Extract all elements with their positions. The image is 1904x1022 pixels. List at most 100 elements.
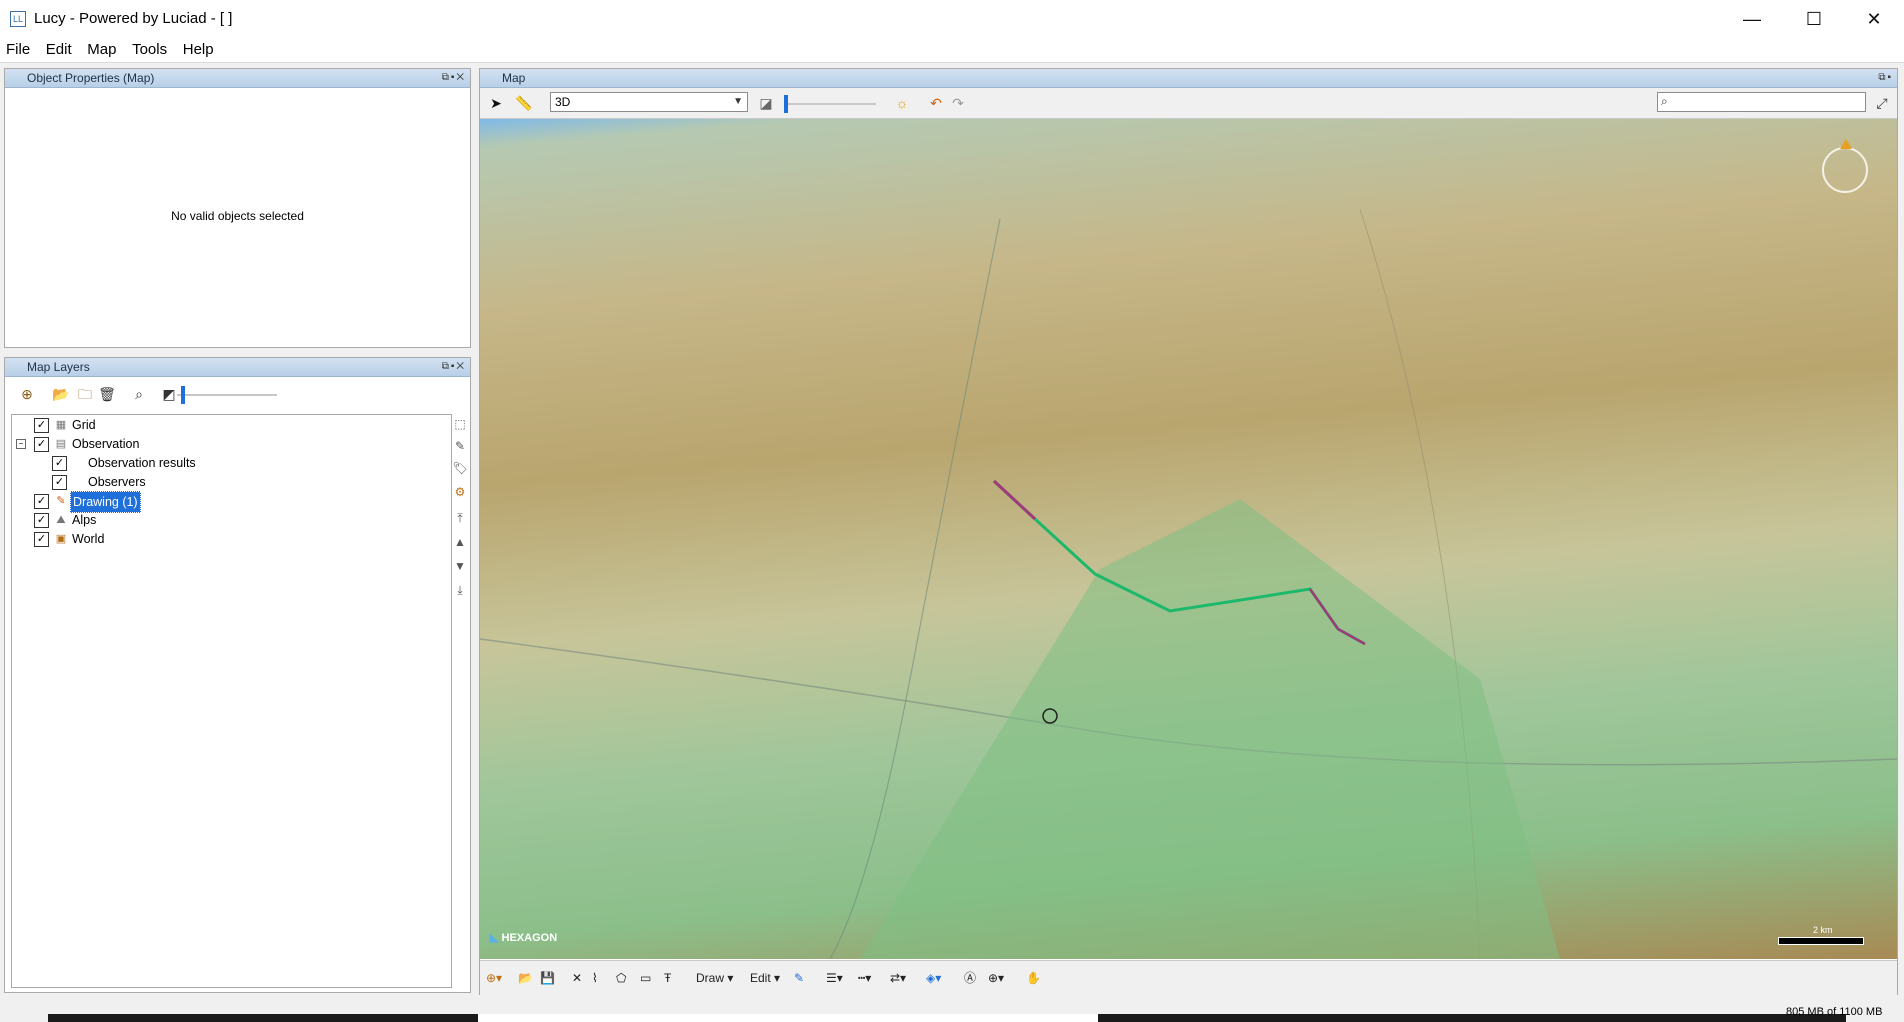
- layer-row-observation-results[interactable]: ✓ Observation results: [12, 453, 442, 473]
- layer-label: Observers: [88, 475, 146, 489]
- delete-layer-icon[interactable]: 🗑: [97, 384, 117, 404]
- menu-tools[interactable]: Tools: [126, 38, 173, 62]
- new-drawing-icon[interactable]: ⊕▾: [486, 961, 502, 995]
- fullscreen-icon[interactable]: ⤢: [1872, 93, 1892, 113]
- lighting-slider[interactable]: [784, 103, 876, 105]
- move-to-top-icon[interactable]: ⤒: [452, 510, 468, 526]
- layer-row-grid[interactable]: ✓ ▦ Grid: [12, 415, 442, 435]
- layer-opacity-slider-thumb[interactable]: [181, 386, 185, 404]
- lighting-icon: ◪: [759, 95, 773, 111]
- layer-opacity-slider[interactable]: [177, 394, 277, 396]
- lighting-slider-thumb[interactable]: [784, 95, 788, 113]
- collapse-icon[interactable]: −: [16, 439, 26, 449]
- add-layer-icon[interactable]: ⊕: [17, 384, 37, 404]
- label-style-icon[interactable]: Ⓐ: [964, 961, 976, 995]
- fill-color-icon[interactable]: ◈▾: [926, 961, 941, 995]
- menu-edit[interactable]: Edit: [40, 38, 78, 62]
- hexagon-logo-icon: ◣: [490, 932, 499, 944]
- polyline-icon[interactable]: ⌇: [592, 961, 598, 995]
- arrow-style-icon[interactable]: ⇄▾: [890, 961, 906, 995]
- scale-label: 2 km: [1813, 925, 1833, 935]
- rectangle-icon[interactable]: ▭: [640, 961, 651, 995]
- menu-map[interactable]: Map: [81, 38, 122, 62]
- pan-hand-icon[interactable]: ✋: [1026, 961, 1041, 995]
- object-properties-title: Object Properties (Map): [27, 71, 155, 85]
- move-up-icon[interactable]: ▲: [452, 534, 468, 550]
- zoom-to-layer-icon[interactable]: ⌕: [129, 384, 149, 404]
- line-width-icon[interactable]: ☰▾: [826, 961, 843, 995]
- panel-window-controls[interactable]: ⧉▪✕: [442, 69, 466, 87]
- window-title: Lucy - Powered by Luciad - [ ]: [34, 10, 233, 27]
- map-layers-title: Map Layers: [27, 360, 90, 374]
- minimize-button[interactable]: —: [1722, 0, 1782, 38]
- draw-menu-button[interactable]: Draw ▾: [696, 961, 733, 995]
- close-button[interactable]: ✕: [1844, 0, 1904, 38]
- app-logo-icon: LL: [10, 11, 26, 27]
- redo-icon[interactable]: ↷: [948, 93, 968, 113]
- drawing-icon: ✎: [56, 495, 66, 507]
- terrain-overlay: [480, 139, 1897, 959]
- layer-row-alps[interactable]: ✓ ⛰ Alps: [12, 510, 442, 530]
- layer-checkbox[interactable]: ✓: [34, 513, 49, 528]
- hexagon-logo-text: HEXAGON: [501, 932, 558, 944]
- select-layer-icon[interactable]: ⬚: [452, 416, 468, 432]
- edit-menu-label: Edit: [750, 971, 771, 985]
- map-view-3d[interactable]: ◣ HEXAGON 2 km: [480, 119, 1897, 959]
- layer-checkbox[interactable]: ✓: [52, 456, 67, 471]
- hexagon-logo: ◣ HEXAGON: [490, 931, 557, 944]
- menu-file[interactable]: File: [0, 38, 36, 62]
- add-folder-icon[interactable]: 🗀: [75, 384, 95, 404]
- sun-icon[interactable]: ☼: [892, 93, 912, 113]
- menu-bar: File Edit Map Tools Help: [0, 38, 1904, 63]
- layer-checkbox[interactable]: ✓: [34, 437, 49, 452]
- view-mode-select[interactable]: 3D ▼: [550, 92, 748, 112]
- delete-shape-icon[interactable]: ✕: [572, 961, 582, 995]
- panel-window-controls[interactable]: ⧉▪✕: [442, 358, 466, 376]
- undo-icon[interactable]: ↶: [926, 93, 946, 113]
- maximize-button[interactable]: ☐: [1784, 0, 1844, 38]
- map-panel: Map ⧉▪ ➤ 📏 3D ▼ ◪ ☼ ↶ ↷ ⌕ ⤢ ◣ HEXAGON 2 …: [479, 68, 1898, 995]
- text-tool-icon[interactable]: Ŧ: [664, 961, 671, 995]
- polygon-icon[interactable]: ⬠: [616, 961, 626, 995]
- layer-row-observers[interactable]: ✓ Observers: [12, 472, 442, 492]
- save-drawing-icon[interactable]: 💾: [540, 961, 555, 995]
- layer-row-drawing[interactable]: ✓ ✎ Drawing (1): [12, 491, 442, 513]
- map-title: Map: [502, 71, 526, 85]
- memory-usage-bar-highlight: [478, 1014, 1098, 1022]
- layer-side-toolbar: ⬚ ✎ 🏷 ⚙ ⤒ ▲ ▼ ⤓: [449, 414, 471, 634]
- map-layers-header: Map Layers ⧉▪✕: [5, 358, 470, 377]
- layer-checkbox[interactable]: ✓: [34, 532, 49, 547]
- layer-opacity-icon: ◩: [162, 386, 176, 402]
- line-style-icon[interactable]: ┅▾: [858, 961, 871, 995]
- layer-row-world[interactable]: ✓ ▣ World: [12, 529, 442, 549]
- edit-layer-icon[interactable]: ✎: [452, 438, 468, 454]
- map-search-input[interactable]: ⌕: [1657, 92, 1866, 112]
- object-properties-panel: Object Properties (Map) ⧉▪✕ No valid obj…: [4, 68, 471, 348]
- layer-tree: ✓ ▦ Grid − ✓ ▤ Observation ✓ Observation…: [11, 414, 452, 988]
- line-color-icon[interactable]: ✎: [794, 961, 804, 995]
- move-to-bottom-icon[interactable]: ⤓: [452, 582, 468, 598]
- view-mode-value: 3D: [555, 95, 571, 109]
- ruler-icon[interactable]: 📏: [514, 93, 534, 113]
- layer-checkbox[interactable]: ✓: [52, 475, 67, 490]
- layer-checkbox[interactable]: ✓: [34, 494, 49, 509]
- memory-usage-text: 805 MB of 1100 MB: [1786, 1006, 1883, 1018]
- open-drawing-icon[interactable]: 📂: [518, 961, 533, 995]
- map-toolbar: ➤ 📏 3D ▼ ◪ ☼ ↶ ↷ ⌕ ⤢: [480, 88, 1897, 119]
- snapping-icon[interactable]: ⊕▾: [988, 961, 1004, 995]
- raster-icon: ▣: [55, 533, 67, 545]
- open-folder-icon[interactable]: 📂: [51, 384, 71, 404]
- layer-checkbox[interactable]: ✓: [34, 418, 49, 433]
- select-pointer-icon[interactable]: ➤: [486, 93, 506, 113]
- menu-help[interactable]: Help: [177, 38, 220, 62]
- empty-selection-message: No valid objects selected: [171, 209, 304, 223]
- panel-window-controls[interactable]: ⧉▪: [1878, 69, 1893, 87]
- edit-menu-button[interactable]: Edit ▾: [750, 961, 780, 995]
- draw-menu-label: Draw: [696, 971, 725, 985]
- title-bar: LL Lucy - Powered by Luciad - [ ] — ☐ ✕: [0, 0, 1904, 38]
- move-down-icon[interactable]: ▼: [452, 558, 468, 574]
- label-layer-icon[interactable]: 🏷: [452, 460, 468, 476]
- map-layers-panel: Map Layers ⧉▪✕ ⊕ 📂 🗀 🗑 ⌕ ◩ ✓ ▦ Grid − ✓ …: [4, 357, 471, 993]
- layer-settings-icon[interactable]: ⚙: [452, 484, 468, 500]
- layer-row-observation[interactable]: − ✓ ▤ Observation: [12, 434, 442, 454]
